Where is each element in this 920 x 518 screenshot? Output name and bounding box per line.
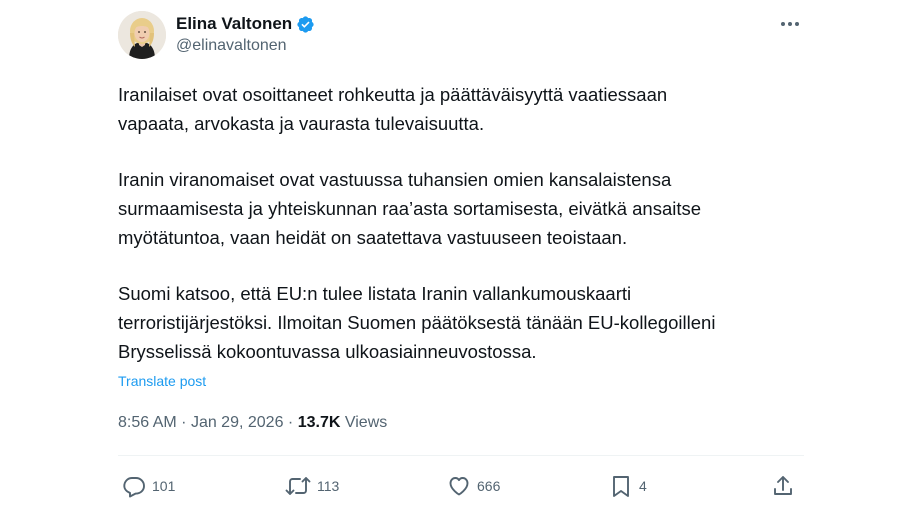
like-icon — [449, 477, 469, 496]
views-count: 13.7K — [297, 414, 341, 431]
views-label: Views — [344, 414, 388, 431]
reply-button[interactable]: 101 — [122, 470, 175, 502]
repost-button[interactable]: 113 — [285, 470, 339, 502]
author-handle[interactable]: @elinavaltonen — [176, 37, 287, 55]
like-count: 666 — [477, 478, 501, 494]
repost-icon — [285, 477, 311, 495]
translate-post-link[interactable]: Translate post — [118, 373, 206, 389]
tweet-paragraph: Iranin viranomaiset ovat vastuussa tuhan… — [118, 169, 702, 248]
repost-count: 113 — [317, 478, 340, 494]
divider — [118, 455, 804, 456]
tweet: Elina Valtonen @elinavaltonen Iranilaise… — [0, 0, 920, 518]
bookmark-count: 4 — [639, 478, 647, 494]
tweet-paragraph: Suomi katsoo, että EU:n tulee listata Ir… — [118, 283, 716, 362]
tweet-meta: 8:56 AM · Jan 29, 2026 · 13.7K Views — [118, 414, 387, 432]
reply-count: 101 — [152, 478, 176, 494]
action-bar: 101 113 666 4 — [118, 470, 804, 502]
author-name-row: Elina Valtonen — [176, 12, 315, 36]
tweet-paragraph: Iranilaiset ovat osoittaneet rohkeutta j… — [118, 84, 668, 134]
bookmark-icon — [613, 476, 629, 497]
meta-separator: · — [287, 414, 294, 431]
meta-separator: · — [181, 414, 187, 431]
tweet-time[interactable]: 8:56 AM — [118, 414, 177, 431]
avatar[interactable] — [118, 11, 166, 59]
avatar-image — [118, 11, 166, 59]
more-icon — [781, 22, 799, 26]
tweet-text: Iranilaiset ovat osoittaneet rohkeutta j… — [118, 80, 818, 366]
share-button[interactable] — [771, 470, 795, 502]
bookmark-button[interactable]: 4 — [609, 470, 647, 502]
like-button[interactable]: 666 — [447, 470, 500, 502]
reply-icon — [123, 477, 145, 498]
tweet-date[interactable]: Jan 29, 2026 — [191, 414, 284, 431]
more-button[interactable] — [772, 12, 808, 36]
share-icon — [774, 476, 792, 495]
author-display-name[interactable]: Elina Valtonen — [176, 14, 292, 34]
verified-badge-icon[interactable] — [296, 15, 315, 34]
